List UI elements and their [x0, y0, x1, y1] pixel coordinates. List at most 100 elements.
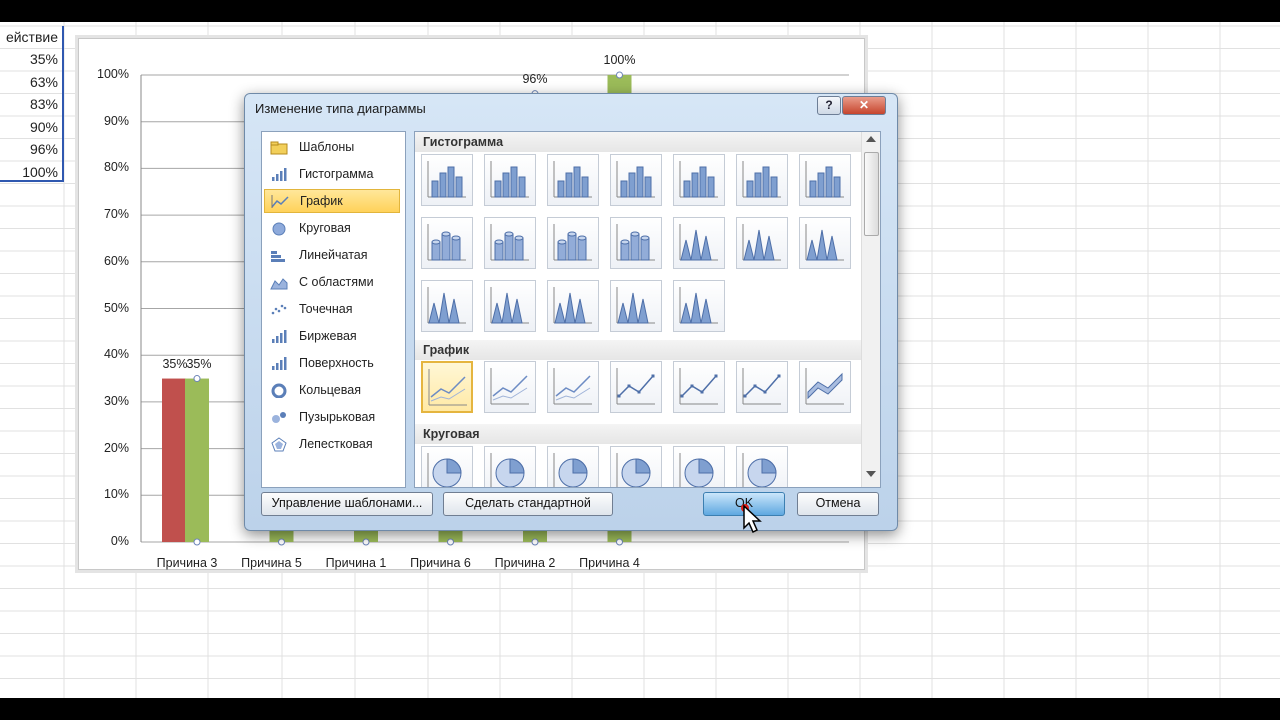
pie-subtype-tile[interactable] — [673, 446, 725, 487]
histogram-subtype-icon — [679, 161, 718, 198]
chart-type-label: График — [300, 194, 343, 208]
histogram-subtype-icon — [553, 161, 592, 198]
histogram-subtype-icon — [616, 224, 655, 261]
chart-type-label: Линейчатая — [299, 248, 368, 262]
pie-subtype-tile[interactable] — [610, 446, 662, 487]
chart-type-pie-chart[interactable]: Круговая — [264, 216, 400, 240]
help-button[interactable]: ? — [817, 96, 841, 115]
x-tick-label: Причина 1 — [325, 556, 387, 570]
histogram-subtype-tile[interactable] — [799, 217, 851, 269]
line-subtype-icon — [428, 369, 467, 406]
pie-subtype-icon — [553, 453, 588, 487]
selection-handle[interactable] — [616, 71, 623, 79]
chart-type-label: Лепестковая — [299, 437, 373, 451]
histogram-subtype-icon — [553, 287, 592, 324]
pie-chart-icon — [272, 222, 286, 235]
line-subtype-tile[interactable] — [799, 361, 851, 413]
histogram-subtype-tile[interactable] — [673, 154, 725, 206]
bar[interactable] — [185, 378, 209, 542]
chart-type-stock-chart[interactable]: Биржевая — [264, 324, 400, 348]
data-label: 35% — [186, 356, 212, 371]
set-default-button[interactable]: Сделать стандартной — [443, 492, 613, 516]
histogram-subtype-tile[interactable] — [736, 217, 788, 269]
chart-type-label: Биржевая — [299, 329, 357, 343]
selection-handle[interactable] — [278, 538, 285, 546]
manage-templates-button[interactable]: Управление шаблонами... — [261, 492, 433, 516]
histogram-subtype-tile[interactable] — [673, 280, 725, 332]
chart-type-surface-chart[interactable]: Поверхность — [264, 351, 400, 375]
gallery-scrollbar[interactable] — [861, 132, 880, 487]
histogram-subtype-icon — [427, 161, 466, 198]
selection-handle[interactable] — [531, 538, 539, 546]
chart-type-label: Точечная — [299, 302, 353, 316]
chart-type-area-chart[interactable]: С областями — [264, 270, 400, 294]
area-chart-icon — [270, 277, 288, 289]
dialog-title: Изменение типа диаграммы — [255, 101, 426, 116]
pie-subtype-icon — [490, 453, 525, 487]
line-subtype-tile[interactable] — [421, 361, 473, 413]
histogram-subtype-icon — [805, 224, 844, 261]
line-subtype-tile[interactable] — [736, 361, 788, 413]
pie-subtype-tile[interactable] — [484, 446, 536, 487]
spreadsheet-area: ействие 35% 63% 83% 90% 96% 100% 100% 90% 80% 70… — [0, 22, 1280, 698]
chart-type-label: Пузырьковая — [299, 410, 376, 424]
scroll-down-arrow-icon[interactable] — [866, 471, 876, 477]
histogram-subtype-icon — [679, 224, 718, 261]
histogram-subtype-tile[interactable] — [421, 280, 473, 332]
cancel-button[interactable]: Отмена — [797, 492, 879, 516]
chart-subtype-gallery: Гистограмма График Круговая — [414, 131, 881, 488]
chart-type-radar-chart[interactable]: Лепестковая — [264, 432, 400, 456]
histogram-subtype-tile[interactable] — [421, 217, 473, 269]
chart-type-doughnut-chart[interactable]: Кольцевая — [264, 378, 400, 402]
line-subtype-tile[interactable] — [484, 361, 536, 413]
chart-type-bar-chart[interactable]: Линейчатая — [264, 243, 400, 267]
line-subtype-icon — [805, 368, 844, 405]
histogram-subtype-icon — [427, 287, 466, 324]
selection-handle[interactable] — [193, 538, 201, 546]
histogram-subtype-tile[interactable] — [673, 217, 725, 269]
line-subtype-icon — [679, 368, 718, 405]
pie-subtype-icon — [742, 453, 777, 487]
histogram-subtype-tile[interactable] — [547, 280, 599, 332]
selection-handle[interactable] — [193, 375, 201, 383]
scroll-thumb[interactable] — [864, 152, 879, 236]
pie-subtype-tile[interactable] — [547, 446, 599, 487]
line-subtype-tile[interactable] — [673, 361, 725, 413]
selection-handle[interactable] — [616, 538, 623, 546]
selection-handle[interactable] — [447, 538, 454, 546]
chart-type-column-chart[interactable]: Гистограмма — [264, 162, 400, 186]
histogram-subtype-icon — [616, 161, 655, 198]
scroll-up-arrow-icon[interactable] — [866, 136, 876, 142]
histogram-subtype-tile[interactable] — [484, 280, 536, 332]
histogram-subtype-tile[interactable] — [610, 154, 662, 206]
histogram-subtype-tile[interactable] — [421, 154, 473, 206]
stock-chart-icon — [272, 329, 287, 343]
chart-type-label: С областями — [299, 275, 374, 289]
bubble-chart-icon — [272, 411, 286, 423]
selection-handle[interactable] — [362, 538, 370, 546]
histogram-subtype-tile[interactable] — [799, 154, 851, 206]
histogram-subtype-tile[interactable] — [547, 154, 599, 206]
chart-type-scatter-chart[interactable]: Точечная — [264, 297, 400, 321]
chart-type-bubble-chart[interactable]: Пузырьковая — [264, 405, 400, 429]
histogram-subtype-icon — [742, 224, 781, 261]
pie-subtype-tile[interactable] — [736, 446, 788, 487]
line-subtype-tile[interactable] — [610, 361, 662, 413]
pie-subtype-tile[interactable] — [421, 446, 473, 487]
bar-chart-icon — [271, 250, 285, 262]
histogram-subtype-tile[interactable] — [736, 154, 788, 206]
chart-type-line-chart[interactable]: График — [264, 189, 400, 213]
section-line: График — [415, 340, 861, 360]
histogram-subtype-tile[interactable] — [610, 280, 662, 332]
chart-type-folder[interactable]: Шаблоны — [264, 135, 400, 159]
histogram-subtype-tile[interactable] — [484, 217, 536, 269]
surface-chart-icon — [272, 356, 287, 370]
histogram-subtype-tile[interactable] — [484, 154, 536, 206]
close-button[interactable]: ✕ — [842, 96, 886, 115]
histogram-subtype-tile[interactable] — [610, 217, 662, 269]
histogram-subtype-tile[interactable] — [547, 217, 599, 269]
bar[interactable] — [162, 378, 186, 542]
histogram-subtype-icon — [616, 287, 655, 324]
histogram-subtype-icon — [490, 287, 529, 324]
line-subtype-tile[interactable] — [547, 361, 599, 413]
